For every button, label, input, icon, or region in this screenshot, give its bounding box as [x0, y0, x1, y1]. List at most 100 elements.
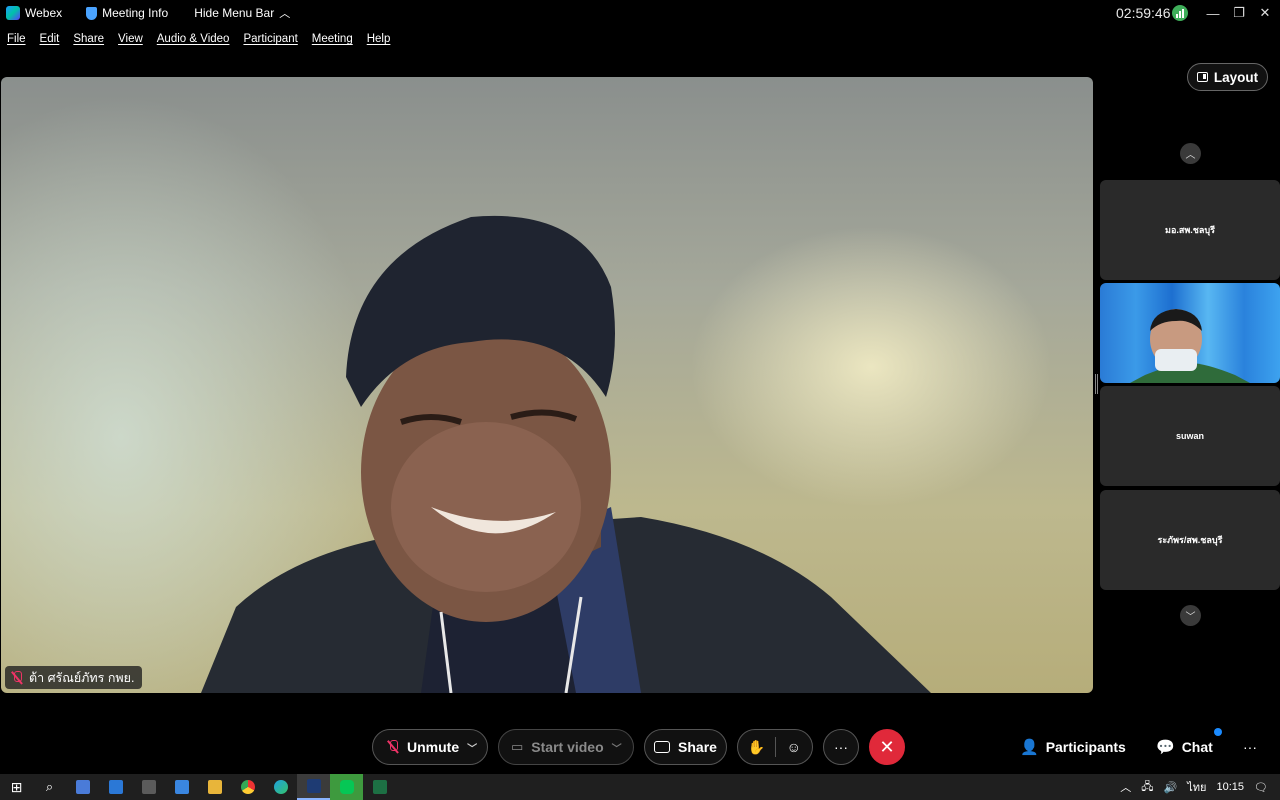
calculator-icon — [141, 780, 156, 794]
menu-share[interactable]: Share — [66, 33, 111, 45]
calendar-icon — [174, 780, 189, 794]
search-button[interactable]: ⌕ — [33, 774, 66, 800]
panel-resize-handle[interactable] — [1095, 374, 1098, 394]
meeting-timer: 02:59:46 — [1116, 5, 1171, 21]
participants-button[interactable]: 👤 Participants — [1020, 729, 1126, 765]
shield-icon — [86, 6, 98, 20]
taskbar-app-webex[interactable] — [297, 774, 330, 800]
meeting-info-button[interactable]: Meeting Info — [80, 0, 174, 26]
participant-name: ระภัพร/สพ.ชลบุรี — [1157, 535, 1223, 545]
taskbar-app-line[interactable] — [330, 774, 363, 800]
meeting-controls-bar: Unmute ﹀ ▭ Start video ﹀ Share ✋ ☺ ··· ✕… — [0, 720, 1280, 774]
unmute-button-group: Unmute ﹀ — [372, 729, 488, 765]
close-icon: ✕ — [879, 736, 895, 757]
layout-label: Layout — [1213, 69, 1259, 85]
chat-icon: 💬 — [1156, 739, 1175, 756]
search-icon: ⌕ — [45, 779, 54, 794]
taskbar-app[interactable] — [66, 774, 99, 800]
chat-label: Chat — [1181, 739, 1213, 755]
audio-options-chevron-icon[interactable]: ﹀ — [459, 740, 487, 755]
taskbar-app[interactable] — [165, 774, 198, 800]
taskbar-app[interactable] — [264, 774, 297, 800]
participant-tile[interactable]: suwan — [1100, 386, 1280, 486]
participant-video-feed — [1130, 309, 1250, 383]
network-icon[interactable]: 🖧 — [1141, 778, 1153, 797]
speaker-name: ต้า ศรัณย์ภัทร กพย. — [29, 670, 135, 685]
participants-label: Participants — [1045, 739, 1126, 755]
leave-meeting-button[interactable]: ✕ — [869, 729, 905, 765]
notifications-icon[interactable]: 🗨 — [1254, 781, 1268, 794]
system-tray: ︿ 🖧 🔊 ไทย 10:15 🗨 — [1120, 774, 1280, 800]
speaker-video-feed — [201, 215, 931, 693]
chrome-icon — [240, 780, 255, 794]
chat-button[interactable]: 💬 Chat — [1156, 729, 1213, 765]
more-options-button[interactable]: ··· — [823, 729, 859, 765]
more-icon: ··· — [834, 739, 848, 755]
menu-help[interactable]: Help — [360, 33, 398, 45]
menu-participant[interactable]: Participant — [236, 33, 304, 45]
active-speaker-video[interactable]: ต้า ศรัณย์ภัทร กพย. — [1, 77, 1093, 693]
unmute-button[interactable]: Unmute — [373, 730, 459, 764]
chevron-up-icon[interactable]: ︿ — [1120, 779, 1131, 795]
store-icon — [75, 780, 90, 794]
video-off-icon: ▭ — [511, 739, 524, 754]
chat-unread-badge — [1214, 728, 1222, 736]
taskbar-app[interactable] — [231, 774, 264, 800]
participant-tile-video[interactable] — [1100, 283, 1280, 383]
raise-hand-icon: ✋ — [747, 738, 765, 755]
hide-menu-bar-button[interactable]: Hide Menu Bar ︿ — [188, 0, 296, 26]
menu-edit[interactable]: Edit — [33, 33, 67, 45]
volume-icon[interactable]: 🔊 — [1164, 781, 1178, 794]
window-title-bar: Webex Meeting Info Hide Menu Bar ︿ — [0, 0, 1280, 26]
speaker-name-tag: ต้า ศรัณย์ภัทร กพย. — [5, 666, 143, 689]
scroll-down-button[interactable]: ﹀ — [1180, 605, 1201, 626]
scroll-up-button[interactable]: ︿ — [1180, 143, 1201, 164]
menu-file[interactable]: File — [0, 33, 33, 45]
edge-icon — [273, 780, 288, 794]
reactions-button[interactable]: ☺ — [775, 739, 812, 755]
mic-muted-icon — [11, 670, 23, 685]
start-video-button[interactable]: ▭ Start video — [499, 730, 604, 764]
video-options-chevron-icon[interactable]: ﹀ — [604, 740, 632, 755]
close-icon[interactable]: ✕ — [1252, 0, 1278, 26]
participant-name: มอ.สพ.ชลบุรี — [1165, 225, 1215, 235]
participant-tile[interactable]: มอ.สพ.ชลบุรี — [1100, 180, 1280, 280]
chevron-up-icon: ︿ — [279, 8, 291, 20]
emoji-icon: ☺ — [786, 739, 801, 755]
minimize-icon[interactable]: — — [1200, 0, 1226, 26]
mic-muted-icon — [387, 740, 399, 754]
start-button[interactable]: ⊞ — [0, 774, 33, 800]
menu-view[interactable]: View — [111, 33, 150, 45]
line-icon — [339, 780, 354, 794]
webex-app-menu[interactable]: Webex — [0, 0, 68, 26]
share-button[interactable]: Share — [644, 729, 727, 765]
share-label: Share — [678, 739, 717, 755]
mail-icon — [108, 780, 123, 794]
layout-icon — [1196, 72, 1208, 82]
participant-tile[interactable]: ระภัพร/สพ.ชลบุรี — [1100, 490, 1280, 590]
restore-icon[interactable]: ❐ — [1226, 0, 1252, 26]
layout-button[interactable]: Layout — [1187, 63, 1268, 91]
overflow-menu-button[interactable]: ··· — [1243, 729, 1257, 765]
menu-meeting[interactable]: Meeting — [305, 33, 360, 45]
folder-icon — [207, 780, 222, 794]
meeting-info-label: Meeting Info — [102, 6, 169, 20]
taskbar-app[interactable] — [363, 774, 396, 800]
start-video-button-group: ▭ Start video ﹀ — [498, 729, 634, 765]
connection-status-icon[interactable] — [1172, 5, 1188, 21]
taskbar-app[interactable] — [198, 774, 231, 800]
system-clock[interactable]: 10:15 — [1217, 781, 1245, 793]
menu-audio-video[interactable]: Audio & Video — [150, 33, 237, 45]
reactions-button-group: ✋ ☺ — [737, 729, 813, 765]
menu-bar: File Edit Share View Audio & Video Parti… — [0, 28, 397, 50]
taskbar-app[interactable] — [99, 774, 132, 800]
participants-icon: 👤 — [1020, 739, 1039, 756]
webex-logo-icon — [6, 6, 20, 20]
input-language[interactable]: ไทย — [1187, 778, 1206, 796]
taskbar-app[interactable] — [132, 774, 165, 800]
share-screen-icon — [654, 741, 671, 753]
raise-hand-button[interactable]: ✋ — [738, 739, 775, 756]
participant-name: suwan — [1175, 431, 1204, 441]
excel-icon — [372, 780, 387, 794]
start-video-label: Start video — [531, 739, 604, 755]
